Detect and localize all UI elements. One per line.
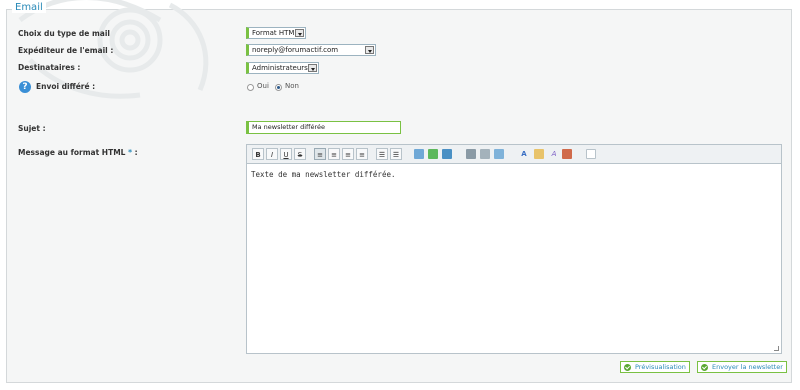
table-icon[interactable] (428, 149, 438, 159)
check-icon (624, 364, 631, 371)
align-center-button[interactable]: ≡ (328, 148, 340, 160)
bullet-list-button[interactable]: ☰ (376, 148, 388, 160)
send-newsletter-button[interactable]: Envoyer la newsletter (697, 361, 787, 373)
preview-button[interactable]: Prévisualisation (620, 361, 690, 373)
subject-label: Sujet : (18, 124, 46, 133)
send-button-label: Envoyer la newsletter (712, 363, 783, 371)
message-label-text: Message au format HTML (18, 148, 126, 157)
check-icon (701, 364, 708, 371)
preview-button-label: Prévisualisation (635, 363, 686, 371)
section-title: Email (12, 2, 46, 13)
media-icon[interactable] (442, 149, 452, 159)
chevron-down-icon[interactable] (295, 29, 304, 37)
sender-select[interactable]: noreply@forumactif.com (246, 44, 376, 56)
highlight-icon[interactable] (534, 149, 544, 159)
align-left-button[interactable]: ≡ (314, 148, 326, 160)
anchor-icon[interactable] (494, 149, 504, 159)
font-size-icon[interactable]: A (548, 148, 560, 160)
justify-button[interactable]: ≡ (356, 148, 368, 160)
recipients-label: Destinataires : (18, 63, 81, 72)
subject-input[interactable]: Ma newsletter différée (246, 121, 401, 134)
editor-toolbar: B I U S ≡ ≡ ≡ ≡ ☰ ☰ A A (247, 145, 781, 164)
italic-button[interactable]: I (266, 148, 278, 160)
unlink-icon[interactable] (480, 149, 490, 159)
radio-non-label[interactable]: Non (285, 82, 299, 90)
sender-value: noreply@forumactif.com (252, 46, 339, 54)
strike-button[interactable]: S (294, 148, 306, 160)
recipients-select[interactable]: Administrateurs (246, 62, 319, 74)
chevron-down-icon[interactable] (308, 64, 317, 72)
mail-type-label: Choix du type de mail (18, 29, 110, 38)
link-icon[interactable] (466, 149, 476, 159)
image-icon[interactable] (414, 149, 424, 159)
resize-handle[interactable] (774, 346, 779, 351)
sender-label: Expéditeur de l'email : (18, 46, 114, 55)
underline-button[interactable]: U (280, 148, 292, 160)
radio-non[interactable] (275, 84, 282, 91)
mail-type-select[interactable]: Format HTML (246, 27, 306, 39)
recipients-value: Administrateurs (252, 64, 308, 72)
editor-content[interactable]: Texte de ma newsletter différée. (247, 164, 781, 185)
radio-oui[interactable] (247, 84, 254, 91)
clear-format-icon[interactable] (562, 149, 572, 159)
html-editor[interactable]: B I U S ≡ ≡ ≡ ≡ ☰ ☰ A A Texte de ma news… (246, 144, 782, 354)
mail-type-value: Format HTML (252, 29, 299, 37)
chevron-down-icon[interactable] (365, 46, 374, 54)
number-list-button[interactable]: ☰ (390, 148, 402, 160)
radio-oui-label[interactable]: Oui (257, 82, 269, 90)
source-icon[interactable] (586, 149, 596, 159)
help-icon[interactable]: ? (19, 81, 31, 93)
message-label: Message au format HTML * : (18, 148, 138, 157)
font-color-icon[interactable]: A (518, 148, 530, 160)
message-label-suffix: : (132, 148, 138, 157)
delayed-label: Envoi différé : (36, 82, 96, 91)
bold-button[interactable]: B (252, 148, 264, 160)
align-right-button[interactable]: ≡ (342, 148, 354, 160)
